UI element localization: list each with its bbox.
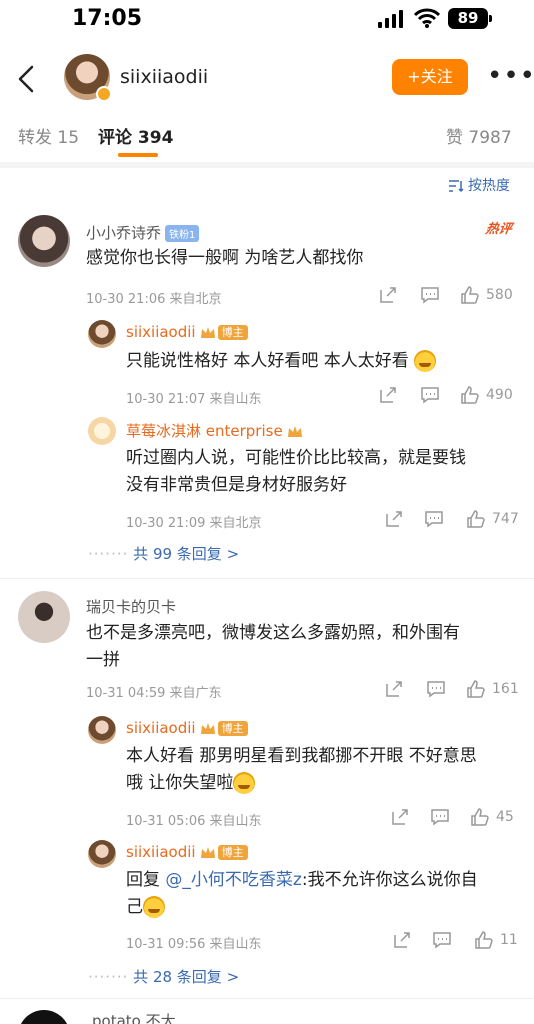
reply-username[interactable]: siixiiaodii 博主: [126, 843, 248, 861]
repost-icon[interactable]: [378, 285, 398, 305]
comment-separator: [0, 578, 534, 579]
author-avatar[interactable]: [64, 54, 112, 102]
thumbs-up-icon: [471, 808, 489, 826]
verified-badge-icon: [96, 86, 112, 102]
comment-icon[interactable]: [426, 679, 446, 699]
thumbs-up-icon: [467, 680, 485, 698]
thumbs-up-icon: [475, 931, 493, 949]
reply-username[interactable]: siixiiaodii 博主: [126, 323, 248, 341]
repost-icon[interactable]: [390, 807, 410, 827]
follow-button[interactable]: +关注: [392, 59, 468, 95]
repost-icon[interactable]: [378, 385, 398, 405]
reply-meta: 10-31 09:56 来自山东: [126, 937, 262, 952]
battery-indicator: 89: [448, 8, 492, 29]
thumbs-up-icon: [461, 386, 479, 404]
reply-text-line1: 回复 @_小何不吃香菜z:我不允许你这么说你自: [126, 870, 478, 890]
reply-text-line2: 哦 让你失望啦: [126, 770, 256, 797]
tab-comments[interactable]: 评论 394: [98, 123, 173, 148]
repost-icon[interactable]: [384, 679, 404, 699]
comment-username[interactable]: potato 不大: [92, 1010, 176, 1024]
repost-icon[interactable]: [392, 930, 412, 950]
commenter-avatar[interactable]: [18, 1010, 70, 1024]
cellular-signal-icon: [378, 10, 404, 28]
mention-link[interactable]: @_小何不吃香菜z: [165, 870, 301, 890]
sort-label: 按热度: [468, 178, 510, 194]
comment-username[interactable]: 小小乔诗乔 铁粉1: [86, 222, 200, 243]
laughing-emoji-icon: [414, 350, 437, 372]
author-badge: 博主: [217, 721, 248, 736]
crown-icon: [200, 846, 215, 858]
like-button[interactable]: 45: [470, 807, 514, 827]
dotted-leader: ·······: [88, 968, 129, 986]
reply-meta: 10-31 05:06 来自山东: [126, 814, 262, 829]
reply-username[interactable]: siixiiaodii 博主: [126, 719, 248, 737]
repost-icon[interactable]: [384, 509, 404, 529]
comment-meta: 10-31 04:59 来自广东: [86, 686, 222, 701]
reply-avatar[interactable]: [88, 840, 116, 868]
wifi-icon: [414, 8, 440, 28]
crown-icon: [287, 425, 302, 437]
thumbs-up-icon: [467, 510, 485, 528]
comment-icon[interactable]: [420, 285, 440, 305]
like-button[interactable]: 161: [466, 679, 519, 699]
comment-icon[interactable]: [430, 807, 450, 827]
comment-text-line2: 一拼: [86, 650, 120, 670]
tab-reposts[interactable]: 转发 15: [18, 123, 79, 148]
comment-text-line1: 也不是多漂亮吧，微博发这么多露奶照，和外围有: [86, 623, 460, 643]
like-count: 580: [486, 287, 513, 303]
section-divider: [0, 162, 534, 168]
like-button[interactable]: 580: [460, 285, 513, 305]
like-count: 161: [492, 681, 519, 697]
reply-avatar[interactable]: [88, 320, 116, 348]
like-count: 11: [500, 932, 518, 948]
reply-text: 只能说性格好 本人好看吧 本人太好看: [126, 348, 437, 375]
like-count: 490: [486, 387, 513, 403]
fan-badge: 铁粉1: [165, 225, 200, 242]
reply-avatar[interactable]: [88, 716, 116, 744]
reply-text-line1: 本人好看 那男明星看到我都挪不开眼 不好意思: [126, 746, 477, 766]
comment-text: 感觉你也长得一般啊 为啥艺人都找你: [86, 248, 364, 268]
crown-icon: [200, 722, 215, 734]
thumbs-up-icon: [461, 286, 479, 304]
commenter-avatar[interactable]: [18, 215, 70, 267]
laughing-emoji-icon: [233, 772, 256, 794]
hot-comment-tag: 热评: [484, 222, 513, 237]
dotted-leader: ·······: [88, 545, 129, 563]
like-count: 45: [496, 809, 514, 825]
more-options-icon[interactable]: •••: [487, 63, 534, 89]
laughing-emoji-icon: [143, 896, 165, 918]
sort-by-hot-button[interactable]: 按热度: [448, 175, 510, 195]
like-button[interactable]: 747: [466, 509, 519, 529]
view-more-replies-link[interactable]: ······· 共 28 条回复 >: [88, 966, 239, 987]
reply-text-line2: 己: [126, 894, 165, 921]
like-button[interactable]: 11: [474, 930, 518, 950]
comment-icon[interactable]: [420, 385, 440, 405]
comment-meta: 10-30 21:06 来自北京: [86, 292, 222, 307]
back-arrow-icon[interactable]: [14, 64, 38, 94]
reply-meta: 10-30 21:07 来自山东: [126, 392, 262, 407]
comment-username[interactable]: 瑞贝卡的贝卡: [86, 596, 176, 617]
reply-meta: 10-30 21:09 来自北京: [126, 516, 262, 531]
comment-icon[interactable]: [424, 509, 444, 529]
author-username[interactable]: siixiiaodii: [120, 66, 208, 88]
author-badge: 博主: [217, 845, 248, 860]
status-time: 17:05: [72, 6, 143, 31]
like-count: 747: [492, 511, 519, 527]
comment-separator: [0, 998, 534, 999]
sort-icon: [449, 180, 464, 193]
reply-text-line2: 没有非常贵但是身材好服务好: [126, 475, 347, 495]
tab-likes[interactable]: 赞 7987: [446, 123, 512, 148]
comment-icon[interactable]: [432, 930, 452, 950]
author-badge: 博主: [217, 325, 248, 340]
view-more-replies-link[interactable]: ······· 共 99 条回复 >: [88, 543, 239, 564]
reply-username[interactable]: 草莓冰淇淋 enterprise: [126, 420, 303, 441]
active-tab-indicator: [118, 153, 158, 157]
reply-text-line1: 听过圈内人说，可能性价比比较高，就是要钱: [126, 448, 466, 468]
crown-icon: [200, 326, 215, 338]
like-button[interactable]: 490: [460, 385, 513, 405]
reply-avatar[interactable]: [88, 417, 116, 445]
commenter-avatar[interactable]: [18, 591, 70, 643]
